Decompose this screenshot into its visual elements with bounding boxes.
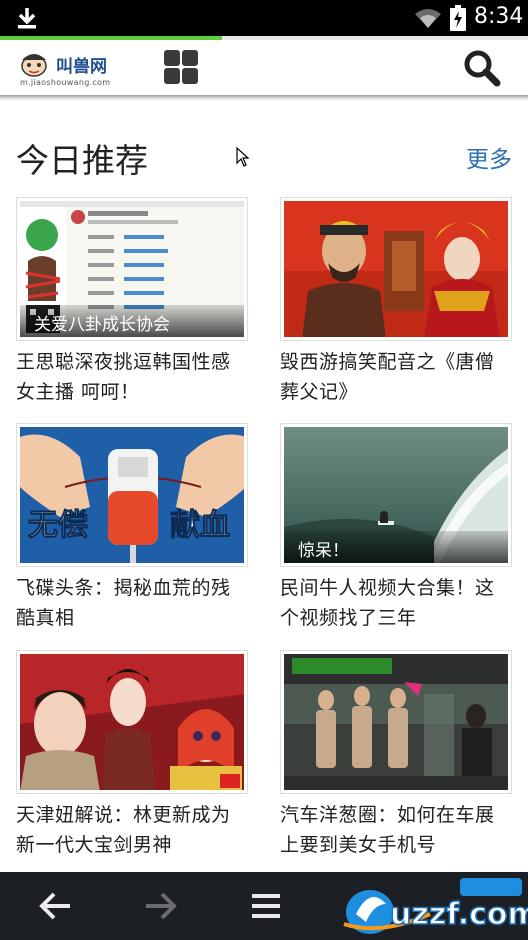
blood-donation-image: 无偿 献血 — [20, 427, 244, 563]
back-arrow-icon[interactable] — [36, 886, 76, 926]
logo-url: m.jiaoshouwang.com — [20, 78, 111, 87]
article-title[interactable]: 王思聪深夜挑逗韩国性感女主播 呵呵！ — [16, 347, 248, 407]
section-title: 今日推荐 — [16, 141, 148, 180]
article-thumbnail[interactable]: 无偿 献血 — [16, 423, 248, 567]
article-card[interactable]: 惊呆！ 民间牛人视频大合集！这个视频找了三年 — [280, 423, 512, 633]
logo-name: 叫兽网 — [56, 57, 107, 77]
wifi-icon — [415, 9, 441, 28]
site-watermark-logo: uzzf.com — [343, 878, 528, 934]
article-card[interactable]: 毁西游搞笑配音之《唐僧葬父记》 — [280, 197, 512, 407]
status-bar: 8:34 — [0, 0, 528, 36]
article-thumbnail[interactable]: 惊呆！ — [280, 423, 512, 567]
site-logo[interactable]: 叫兽网 m.jiaoshouwang.com — [16, 48, 126, 88]
thumbnail-caption: 惊呆！ — [284, 531, 508, 563]
article-title[interactable]: 天津妞解说：林更新成为新一代大宝剑男神 — [16, 800, 248, 860]
menu-icon[interactable] — [246, 886, 286, 926]
battery-charging-icon — [450, 5, 466, 31]
search-icon[interactable] — [462, 48, 502, 88]
article-title[interactable]: 飞碟头条：揭秘血荒的残酷真相 — [16, 573, 248, 633]
article-card[interactable]: 汽车洋葱圈：如何在车展上要到美女手机号 — [280, 650, 512, 860]
grid-menu-icon[interactable] — [162, 48, 200, 86]
header-divider — [0, 95, 528, 101]
forward-arrow-icon[interactable] — [140, 886, 180, 926]
blood-right-text: 献血 — [170, 508, 230, 543]
clock: 8:34 — [474, 4, 524, 29]
car-show-image — [284, 654, 508, 790]
article-card[interactable]: 无偿 献血 飞碟头条：揭秘血荒的残酷真相 — [16, 423, 248, 633]
article-title[interactable]: 汽车洋葱圈：如何在车展上要到美女手机号 — [280, 800, 512, 860]
mascot-icon — [21, 54, 47, 77]
costume-drama-image — [20, 654, 244, 790]
article-thumbnail[interactable] — [16, 650, 248, 794]
mouse-cursor-icon — [236, 147, 250, 167]
blood-left-text: 无偿 — [28, 508, 88, 543]
journey-west-image — [284, 201, 508, 337]
article-card[interactable]: 天津妞解说：林更新成为新一代大宝剑男神 — [16, 650, 248, 860]
article-thumbnail[interactable]: 关爱八卦成长协会 — [16, 197, 248, 341]
svg-text:uzzf.com: uzzf.com — [390, 897, 528, 932]
article-title[interactable]: 民间牛人视频大合集！这个视频找了三年 — [280, 573, 512, 633]
article-thumbnail[interactable] — [280, 197, 512, 341]
article-thumbnail[interactable] — [280, 650, 512, 794]
download-icon — [18, 8, 36, 29]
article-title[interactable]: 毁西游搞笑配音之《唐僧葬父记》 — [280, 347, 512, 407]
site-header: 叫兽网 m.jiaoshouwang.com — [0, 40, 528, 96]
article-card[interactable]: 关爱八卦成长协会 王思聪深夜挑逗韩国性感女主播 呵呵！ — [16, 197, 248, 407]
more-link[interactable]: 更多 — [466, 140, 512, 174]
thumbnail-caption: 关爱八卦成长协会 — [20, 305, 244, 337]
